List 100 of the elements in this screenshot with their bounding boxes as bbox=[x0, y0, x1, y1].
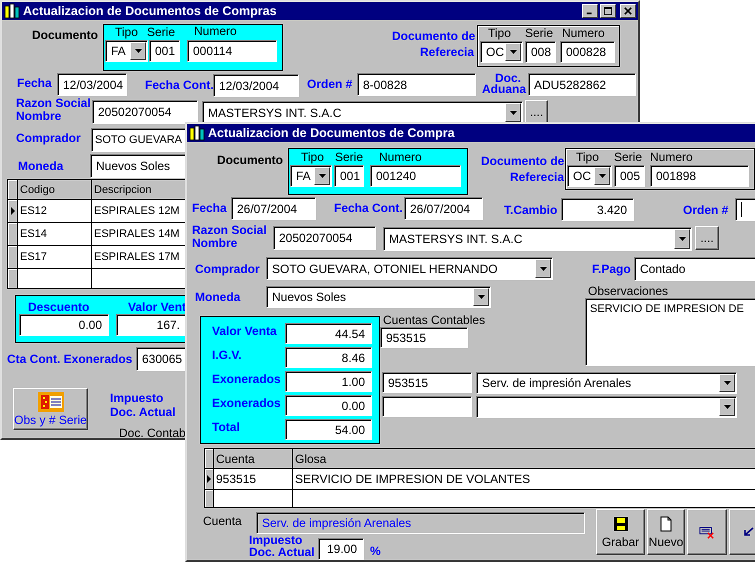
table-cell: ESPIRALES 12M bbox=[92, 200, 186, 222]
account-field[interactable] bbox=[382, 396, 472, 417]
currency-field[interactable]: Nuevos Soles bbox=[90, 154, 187, 178]
discount-field[interactable]: 0.00 bbox=[19, 314, 109, 336]
amount-field[interactable]: 1.00 bbox=[285, 371, 372, 392]
field-label: Doc. Actual bbox=[110, 406, 176, 418]
type-dropdown[interactable]: FA bbox=[105, 40, 148, 62]
table-cell: ES17 bbox=[18, 246, 92, 268]
field-label: Documento de bbox=[392, 29, 476, 43]
number-field[interactable]: 001898 bbox=[650, 165, 749, 187]
date-field[interactable]: 26/07/2004 bbox=[404, 197, 483, 220]
series-field[interactable]: 001 bbox=[334, 165, 364, 187]
account-field[interactable]: 630065 bbox=[136, 347, 187, 371]
field-label: Doc. bbox=[495, 72, 522, 84]
minimize-button[interactable] bbox=[582, 4, 598, 18]
field-label: Doc. Actual bbox=[249, 546, 315, 558]
tax-id-field[interactable]: 20502070054 bbox=[92, 100, 198, 124]
amount-field[interactable]: 44.54 bbox=[285, 323, 372, 344]
account-dropdown[interactable] bbox=[476, 396, 737, 418]
series-field[interactable]: 001 bbox=[149, 40, 180, 62]
caret-icon bbox=[318, 174, 326, 178]
row-selector[interactable] bbox=[205, 469, 214, 489]
delete-button[interactable] bbox=[687, 509, 727, 555]
field-label: Moneda bbox=[18, 159, 64, 173]
date-field[interactable]: 12/03/2004 bbox=[213, 74, 299, 97]
row-selector[interactable] bbox=[8, 269, 18, 288]
browse-button[interactable]: .... bbox=[525, 100, 548, 124]
amount-field[interactable]: 167. bbox=[116, 314, 187, 336]
save-button[interactable]: Grabar bbox=[596, 509, 645, 555]
number-field[interactable]: 000114 bbox=[187, 40, 277, 62]
account-field[interactable]: 953515 bbox=[380, 327, 468, 348]
field-label: Serie bbox=[614, 150, 642, 164]
browse-button[interactable]: .... bbox=[695, 226, 719, 250]
currency-dropdown[interactable]: Nuevos Soles bbox=[266, 286, 491, 308]
account-dropdown[interactable]: Serv. de impresión Arenales bbox=[476, 372, 737, 394]
row-selector[interactable] bbox=[8, 223, 18, 245]
series-field[interactable]: 008 bbox=[525, 41, 556, 63]
field-label: Documento de bbox=[481, 154, 564, 168]
amount-field[interactable]: 0.00 bbox=[285, 395, 372, 416]
tax-id-field[interactable]: 20502070054 bbox=[273, 226, 376, 250]
notebook-icon bbox=[38, 392, 64, 412]
field-label: Orden # bbox=[683, 203, 728, 217]
company-dropdown[interactable]: MASTERSYS INT. S.A.C bbox=[383, 227, 692, 251]
company-dropdown[interactable]: MASTERSYS INT. S.A.C bbox=[202, 101, 523, 124]
number-field[interactable]: 000828 bbox=[560, 41, 615, 63]
field-label: Cuenta bbox=[203, 514, 242, 528]
date-field[interactable]: 26/07/2004 bbox=[231, 197, 316, 220]
caret-icon bbox=[540, 266, 546, 270]
field-label: Observaciones bbox=[588, 284, 668, 298]
tax-field[interactable]: 19.00 bbox=[318, 538, 364, 560]
amount-field[interactable]: 8.46 bbox=[285, 347, 372, 368]
row-selector[interactable] bbox=[205, 490, 214, 507]
buyer-field[interactable]: SOTO GUEVARA bbox=[91, 128, 187, 152]
payment-field[interactable]: Contado bbox=[634, 257, 755, 281]
number-field[interactable]: 001240 bbox=[370, 165, 461, 187]
table-cell: ES14 bbox=[18, 223, 92, 245]
field-label: Total bbox=[212, 420, 240, 434]
field-label: Impuesto bbox=[110, 392, 164, 404]
table-cell: SERVICIO DE IMPRESION DE VOLANTES bbox=[293, 469, 755, 489]
window-title: Actualizacion de Documentos de Compras bbox=[23, 4, 277, 18]
exchange-rate-field[interactable]: 3.420 bbox=[561, 198, 634, 221]
field-label: % bbox=[370, 544, 381, 558]
account-field[interactable]: 953515 bbox=[382, 372, 472, 393]
notes-button[interactable]: Obs y # Serie bbox=[13, 388, 88, 430]
column-header[interactable]: Cuenta bbox=[214, 449, 293, 468]
close-button[interactable] bbox=[620, 4, 636, 18]
caret-icon bbox=[510, 50, 516, 54]
buyer-dropdown[interactable]: SOTO GUEVARA, OTONIEL HERNANDO bbox=[266, 257, 553, 280]
order-field[interactable]: 8-00828 bbox=[357, 73, 476, 96]
notes-field[interactable]: SERVICIO DE IMPRESION DE bbox=[585, 298, 755, 366]
field-label: Aduana bbox=[482, 83, 526, 95]
window-title: Actualizacion de Documentos de Compra bbox=[208, 126, 455, 140]
new-button[interactable]: Nuevo bbox=[647, 509, 685, 555]
row-selector[interactable] bbox=[8, 246, 18, 268]
column-header[interactable]: Codigo bbox=[18, 180, 92, 199]
maximize-button[interactable] bbox=[600, 4, 616, 18]
table-cell: ES12 bbox=[18, 200, 92, 222]
page-icon bbox=[658, 516, 674, 532]
type-dropdown[interactable]: OC bbox=[480, 41, 523, 63]
field-label: Cta Cont. Exonerados bbox=[7, 352, 132, 366]
series-field[interactable]: 005 bbox=[614, 165, 645, 187]
caret-icon bbox=[510, 110, 516, 114]
amount-field[interactable]: 54.00 bbox=[285, 419, 372, 440]
caret-icon bbox=[678, 237, 686, 241]
field-label: Cuentas Contables bbox=[383, 313, 486, 327]
field-label: I.G.V. bbox=[212, 348, 242, 362]
field-label: Fecha Cont. bbox=[334, 201, 403, 215]
type-dropdown[interactable]: OC bbox=[567, 165, 612, 187]
app-icon bbox=[189, 125, 205, 141]
row-selector[interactable] bbox=[8, 200, 18, 222]
type-dropdown[interactable]: FA bbox=[290, 165, 332, 187]
field-label: Referecia bbox=[510, 170, 564, 184]
date-field[interactable]: 12/03/2004 bbox=[57, 73, 127, 96]
field-label: Razon Social bbox=[16, 97, 91, 109]
customs-field[interactable]: ADU5282862 bbox=[528, 73, 636, 96]
field-label: Documento bbox=[32, 28, 98, 42]
field-label: Numero bbox=[562, 26, 605, 40]
maximize-icon bbox=[604, 7, 612, 15]
field-label: Moneda bbox=[195, 290, 240, 304]
field-label: Valor Vent bbox=[128, 300, 186, 314]
